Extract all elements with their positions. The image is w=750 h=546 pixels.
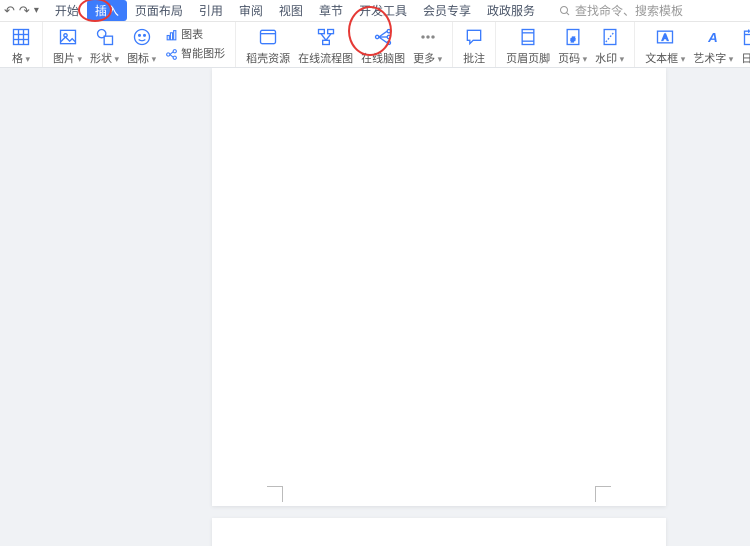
image-label: 图片: [53, 50, 82, 66]
chart-icon: [164, 28, 178, 42]
group-table: 格: [0, 22, 43, 67]
headerfooter-icon: [517, 26, 539, 48]
pagenum-label: 页码: [558, 50, 587, 66]
headerfooter-button[interactable]: 页眉页脚: [502, 24, 554, 68]
more-button[interactable]: 更多: [409, 24, 446, 68]
redo-icon[interactable]: ↷: [19, 3, 30, 19]
table-icon: [10, 26, 32, 48]
svg-text:#: #: [571, 35, 576, 44]
chart-button[interactable]: 图表: [164, 26, 225, 44]
menu-tabs: 开始 插入 页面布局 引用 审阅 视图 章节 开发工具 会员专享 政政服务: [47, 0, 543, 21]
svg-text:A: A: [662, 32, 669, 42]
flowchart-icon: [315, 26, 337, 48]
undo-redo-group: ↶ ↷ ▾: [4, 3, 39, 19]
tab-member[interactable]: 会员专享: [415, 0, 479, 21]
shapes-button[interactable]: 形状: [86, 24, 123, 68]
table-button[interactable]: 格: [6, 24, 36, 68]
watermark-icon: [599, 26, 621, 48]
undo-icon[interactable]: ↶: [4, 3, 15, 19]
wordart-button[interactable]: A 艺术字: [689, 24, 737, 68]
smartart-label: 智能图形: [181, 45, 225, 63]
document-area[interactable]: [0, 68, 750, 546]
date-button[interactable]: 日期: [737, 24, 750, 68]
smartart-button[interactable]: 智能图形: [164, 45, 225, 63]
wordart-label: 艺术字: [693, 50, 733, 66]
resource-button[interactable]: 稻壳资源: [242, 24, 294, 68]
table-label: 格: [12, 50, 30, 66]
tab-gov[interactable]: 政政服务: [479, 0, 543, 21]
comment-button[interactable]: 批注: [459, 24, 489, 68]
tab-devtools[interactable]: 开发工具: [351, 0, 415, 21]
search-icon: [559, 5, 571, 17]
textbox-button[interactable]: A 文本框: [641, 24, 689, 68]
tab-review[interactable]: 审阅: [231, 0, 271, 21]
flowchart-button[interactable]: 在线流程图: [294, 24, 357, 68]
stack-chart-smartart: 图表 智能图形: [160, 24, 229, 65]
watermark-label: 水印: [595, 50, 624, 66]
watermark-button[interactable]: 水印: [591, 24, 628, 68]
flowchart-label: 在线流程图: [298, 50, 353, 66]
resource-label: 稻壳资源: [246, 50, 290, 66]
textbox-label: 文本框: [645, 50, 685, 66]
shapes-icon: [94, 26, 116, 48]
group-comment: 批注: [453, 22, 496, 67]
page-2[interactable]: [212, 518, 666, 546]
ribbon: 格 图片 形状 图标 图表: [0, 22, 750, 68]
search-box[interactable]: 查找命令、搜索模板: [559, 2, 683, 19]
tab-pagelayout[interactable]: 页面布局: [127, 0, 191, 21]
more-label: 更多: [413, 50, 442, 66]
mindmap-button[interactable]: 在线脑图: [357, 24, 409, 68]
comment-label: 批注: [463, 50, 485, 66]
group-headerfooter: 页眉页脚 # 页码 水印: [496, 22, 635, 67]
dropdown-icon[interactable]: ▾: [34, 5, 39, 16]
margin-corner-bl: [267, 486, 283, 502]
resource-icon: [257, 26, 279, 48]
wordart-icon: A: [702, 26, 724, 48]
pagenum-button[interactable]: # 页码: [554, 24, 591, 68]
tab-references[interactable]: 引用: [191, 0, 231, 21]
chart-label: 图表: [181, 26, 203, 44]
group-online: 稻壳资源 在线流程图 在线脑图 更多: [236, 22, 453, 67]
comment-icon: [463, 26, 485, 48]
more-icon: [417, 26, 439, 48]
smartart-icon: [164, 47, 178, 61]
image-icon: [57, 26, 79, 48]
pagenum-icon: #: [562, 26, 584, 48]
tab-section[interactable]: 章节: [311, 0, 351, 21]
group-text: A 文本框 A 艺术字 日期 ◧ 对象 附件: [635, 22, 750, 67]
page-1[interactable]: [212, 68, 666, 506]
search-placeholder: 查找命令、搜索模板: [575, 2, 683, 19]
textbox-icon: A: [654, 26, 676, 48]
image-button[interactable]: 图片: [49, 24, 86, 68]
group-illustrations: 图片 形状 图标 图表 智能图形: [43, 22, 236, 67]
shapes-label: 形状: [90, 50, 119, 66]
mindmap-icon: [372, 26, 394, 48]
icons-icon: [131, 26, 153, 48]
date-label: 日期: [741, 50, 750, 66]
icons-label: 图标: [127, 50, 156, 66]
menu-bar: ↶ ↷ ▾ 开始 插入 页面布局 引用 审阅 视图 章节 开发工具 会员专享 政…: [0, 0, 750, 22]
tab-start[interactable]: 开始: [47, 0, 87, 21]
mindmap-label: 在线脑图: [361, 50, 405, 66]
tab-insert[interactable]: 插入: [87, 0, 127, 21]
icons-button[interactable]: 图标: [123, 24, 160, 68]
headerfooter-label: 页眉页脚: [506, 50, 550, 66]
svg-text:A: A: [707, 30, 718, 45]
margin-corner-br: [595, 486, 611, 502]
tab-view[interactable]: 视图: [271, 0, 311, 21]
date-icon: [741, 26, 750, 48]
